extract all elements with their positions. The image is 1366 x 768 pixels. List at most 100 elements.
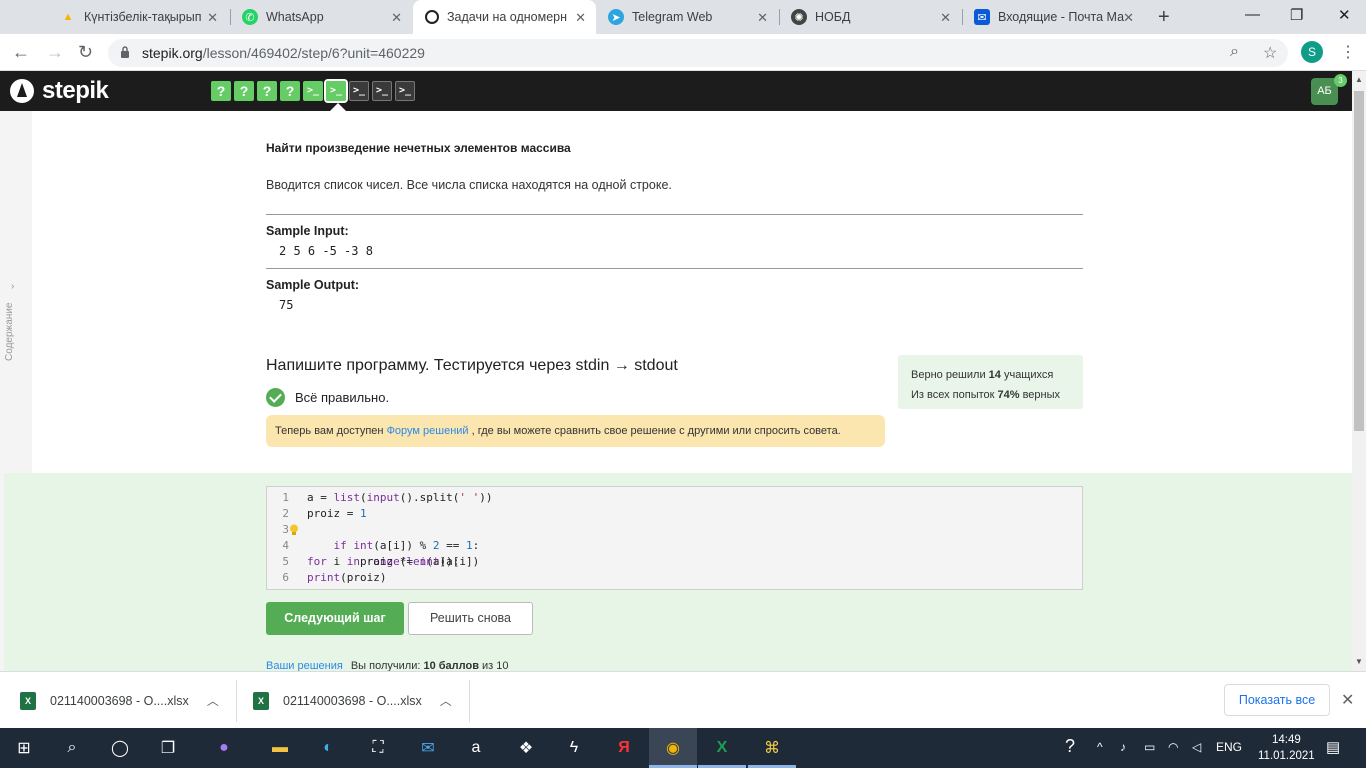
step-4-quiz[interactable]: ? xyxy=(280,81,300,101)
tab-title: Входящие - Почта Ма xyxy=(998,10,1125,24)
close-icon[interactable]: ✕ xyxy=(1123,10,1134,26)
forum-link[interactable]: Форум решений xyxy=(387,425,469,437)
browser-tabstrip: ▲ Күнтізбелік-тақырып ✕ ✆ WhatsApp ✕ Зад… xyxy=(0,0,1366,34)
chevron-up-icon[interactable]: ︿ xyxy=(207,692,219,709)
close-icon[interactable]: ✕ xyxy=(1341,690,1354,710)
tab-telegram[interactable]: ➤ Telegram Web ✕ xyxy=(596,0,778,34)
step-7-code[interactable]: >_ xyxy=(349,81,369,101)
next-step-button[interactable]: Следующий шаг xyxy=(266,602,404,635)
show-all-downloads-button[interactable]: Показать все xyxy=(1224,684,1330,716)
problem-title: Найти произведение нечетных элементов ма… xyxy=(266,141,571,155)
dropbox-icon[interactable]: ❖ xyxy=(514,736,538,760)
browser-menu-icon[interactable]: ⋮ xyxy=(1340,42,1356,62)
profile-avatar[interactable]: S xyxy=(1301,41,1323,63)
task-view-icon[interactable]: ❐ xyxy=(156,736,180,760)
battery-icon[interactable]: ▭ xyxy=(1144,740,1155,754)
chevron-up-icon[interactable]: ︿ xyxy=(440,692,452,709)
code-line: 4 if int(a[i]) % 2 == 1: xyxy=(282,539,480,552)
google-drive-icon: ▲ xyxy=(62,11,74,23)
step-9-code[interactable]: >_ xyxy=(395,81,415,101)
windows-start-icon[interactable]: ⊞ xyxy=(12,736,36,760)
window-close-icon[interactable]: ✕ xyxy=(1338,6,1351,24)
code-editor[interactable]: 1a = list(input().split(' ')) 2 proiz = 1… xyxy=(266,486,1083,590)
download-filename: 021140003698 - О....xlsx xyxy=(50,693,189,708)
tab-nobd[interactable]: ✺ НОБД ✕ xyxy=(779,0,961,34)
contents-label: Содержание xyxy=(4,302,15,361)
mail-app-icon[interactable]: ✉ xyxy=(416,736,440,760)
current-step-caret xyxy=(330,103,346,111)
stepik-logo-text: stepik xyxy=(42,77,109,104)
excel-file-icon: X xyxy=(20,691,36,710)
download-item[interactable]: X 021140003698 - О....xlsx ︿ xyxy=(253,672,452,729)
python-icon[interactable]: ⌘ xyxy=(760,736,784,760)
zoom-icon[interactable]: ⌕ xyxy=(1230,43,1239,61)
download-item[interactable]: X 021140003698 - О....xlsx ︿ xyxy=(20,672,219,729)
clock-time: 14:49 xyxy=(1271,734,1301,746)
url-text: stepik.org/lesson/469402/step/6?unit=460… xyxy=(142,45,425,61)
scroll-up-icon[interactable]: ▲ xyxy=(1355,75,1363,84)
tab-kuntizbelik[interactable]: ▲ Күнтізбелік-тақырып ✕ xyxy=(48,0,228,34)
close-icon[interactable]: ✕ xyxy=(940,10,951,26)
scroll-down-icon[interactable]: ▼ xyxy=(1355,657,1363,666)
clock[interactable]: 14:49 11.01.2021 xyxy=(1258,732,1315,764)
input-language[interactable]: ENG xyxy=(1216,740,1242,754)
stepik-icon xyxy=(425,10,439,24)
step-5-code[interactable]: >_ xyxy=(303,81,323,101)
telegram-icon: ➤ xyxy=(608,9,624,25)
retry-button[interactable]: Решить снова xyxy=(408,602,533,635)
close-icon[interactable]: ✕ xyxy=(575,10,586,26)
step-2-quiz[interactable]: ? xyxy=(234,81,254,101)
excel-icon[interactable]: X xyxy=(710,736,734,760)
help-icon[interactable]: ? xyxy=(1065,736,1075,757)
maximize-icon[interactable]: ❐ xyxy=(1290,6,1303,24)
step-3-quiz[interactable]: ? xyxy=(257,81,277,101)
lightbulb-icon[interactable] xyxy=(289,524,299,536)
address-bar[interactable]: stepik.org/lesson/469402/step/6?unit=460… xyxy=(108,39,1288,67)
amazon-icon[interactable]: a xyxy=(464,736,488,760)
sample-output-value: 75 xyxy=(279,298,294,312)
forward-icon[interactable]: → xyxy=(46,42,64,63)
mail-icon: ✉ xyxy=(974,9,990,25)
minimize-icon[interactable]: — xyxy=(1245,6,1260,23)
stepik-tree-icon xyxy=(10,79,34,103)
edge-icon[interactable]: ◐ xyxy=(316,736,340,760)
chevron-up-icon[interactable]: ^ xyxy=(1097,740,1103,754)
notifications-icon[interactable]: ▤ xyxy=(1326,738,1340,756)
divider xyxy=(266,268,1083,269)
store-icon[interactable]: ⛶ xyxy=(366,736,390,760)
whatsapp-icon: ✆ xyxy=(242,9,258,25)
notification-badge: 3 xyxy=(1334,74,1347,87)
tab-whatsapp[interactable]: ✆ WhatsApp ✕ xyxy=(230,0,412,34)
chevron-right-icon: › xyxy=(11,281,15,292)
new-tab-button[interactable]: + xyxy=(1158,6,1170,29)
back-icon[interactable]: ← xyxy=(12,42,30,63)
reload-icon[interactable]: ↻ xyxy=(78,42,93,63)
alice-icon[interactable]: ● xyxy=(212,736,236,760)
bolt-icon[interactable]: ϟ xyxy=(562,736,586,760)
tab-stepik[interactable]: Задачи на одномерн ✕ xyxy=(413,0,596,34)
step-6-code-current[interactable]: >_ xyxy=(324,79,348,103)
close-icon[interactable]: ✕ xyxy=(391,10,402,26)
step-8-code[interactable]: >_ xyxy=(372,81,392,101)
search-icon[interactable]: ⌕ xyxy=(60,736,84,760)
sample-output-label: Sample Output: xyxy=(266,278,360,292)
page-scrollbar[interactable]: ▲ ▼ xyxy=(1352,71,1366,671)
close-icon[interactable]: ✕ xyxy=(207,10,218,26)
close-icon[interactable]: ✕ xyxy=(757,10,768,26)
cortana-icon[interactable]: ◯ xyxy=(108,736,132,760)
bookmark-star-icon[interactable]: ☆ xyxy=(1263,43,1277,63)
task-heading: Напишите программу. Тестируется через st… xyxy=(266,357,678,374)
excel-file-icon: X xyxy=(253,691,269,710)
step-1-quiz[interactable]: ? xyxy=(211,81,231,101)
volume-icon[interactable]: ◁ xyxy=(1192,740,1201,754)
tab-mail[interactable]: ✉ Входящие - Почта Ма ✕ xyxy=(962,0,1144,34)
scroll-thumb[interactable] xyxy=(1354,91,1364,431)
microphone-icon[interactable]: ♪ xyxy=(1120,740,1126,754)
wifi-icon[interactable]: ◠ xyxy=(1168,740,1178,754)
file-explorer-icon[interactable]: ▬ xyxy=(268,736,292,760)
your-solutions-link[interactable]: Ваши решения xyxy=(266,660,343,671)
yandex-icon[interactable]: Я xyxy=(612,736,636,760)
stepik-logo[interactable]: stepik xyxy=(10,77,109,105)
chrome-icon[interactable]: ◉ xyxy=(661,736,685,760)
divider xyxy=(469,680,470,722)
